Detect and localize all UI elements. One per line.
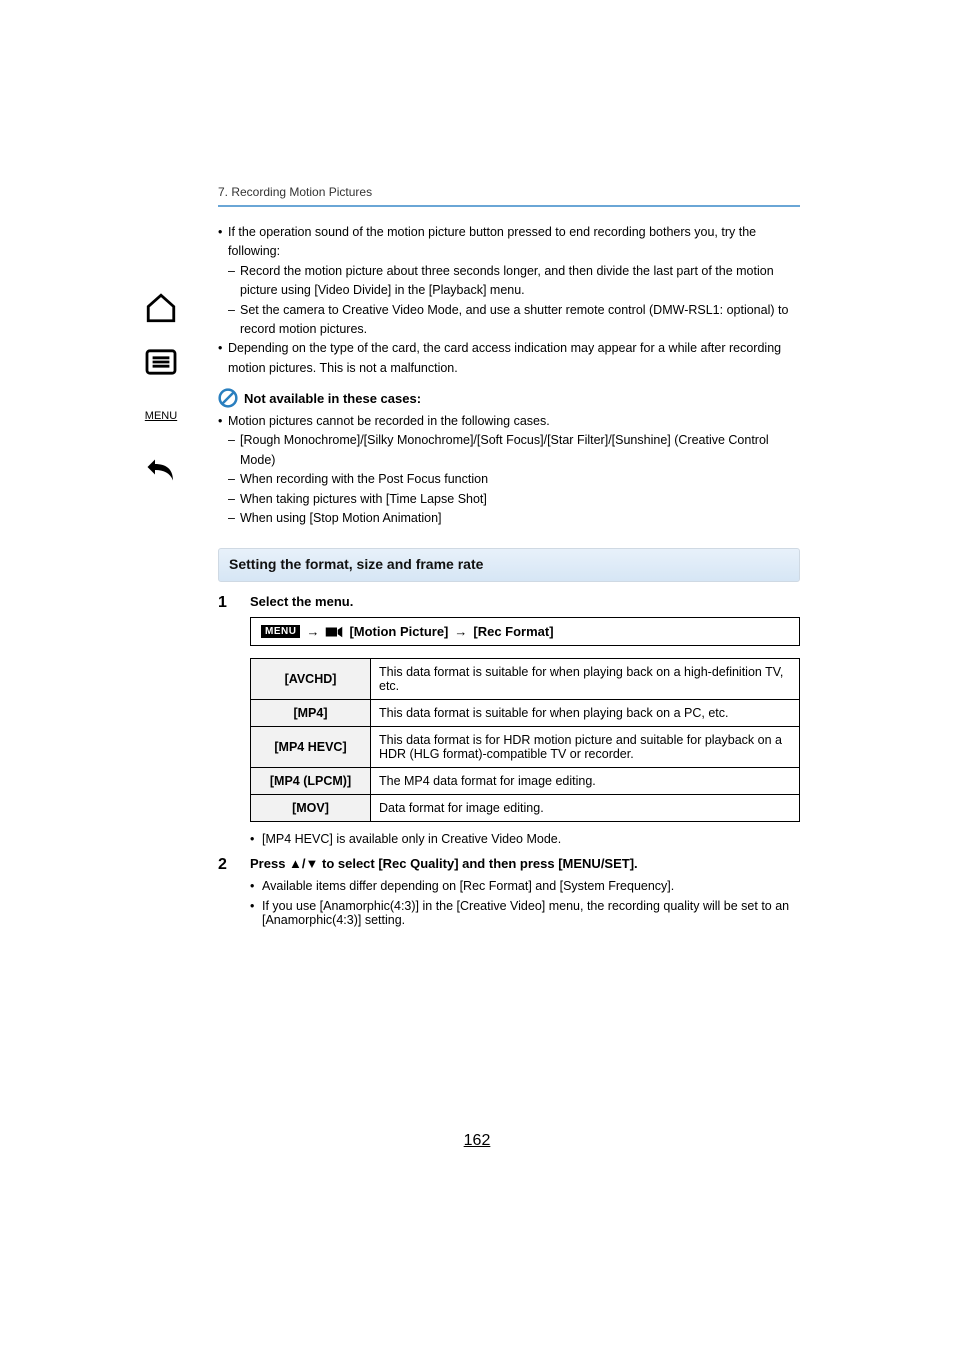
- bullet-dot: •: [250, 832, 262, 846]
- format-label: [MP4 HEVC]: [251, 727, 371, 768]
- format-desc: This data format is for HDR motion pictu…: [371, 727, 800, 768]
- menu-badge: MENU: [261, 625, 300, 638]
- menu-path-segment: [Motion Picture]: [349, 624, 448, 639]
- format-desc: The MP4 data format for image editing.: [371, 768, 800, 795]
- step-number-1: 1: [218, 594, 236, 852]
- format-desc: This data format is suitable for when pl…: [371, 700, 800, 727]
- step-1-note: [MP4 HEVC] is available only in Creative…: [262, 832, 561, 846]
- page-number[interactable]: 162: [0, 1132, 954, 1150]
- bullet-dot: •: [250, 879, 262, 893]
- table-row: [MP4 HEVC] This data format is for HDR m…: [251, 727, 800, 768]
- body-text: Motion pictures cannot be recorded in th…: [228, 412, 800, 431]
- menu-path-segment: [Rec Format]: [473, 624, 553, 639]
- section-banner: Setting the format, size and frame rate: [218, 548, 800, 582]
- menu-text-icon[interactable]: MENU: [140, 398, 182, 434]
- dash: –: [228, 490, 240, 509]
- body-text: When taking pictures with [Time Lapse Sh…: [240, 490, 800, 509]
- format-label: [MP4]: [251, 700, 371, 727]
- arrow-icon: →: [306, 624, 319, 639]
- format-label: [MP4 (LPCM)]: [251, 768, 371, 795]
- dash: –: [228, 262, 240, 301]
- step-1-title: Select the menu.: [250, 594, 800, 609]
- chapter-heading: 7. Recording Motion Pictures: [218, 185, 800, 207]
- arrow-icon: →: [454, 624, 467, 639]
- table-row: [MP4 (LPCM)] The MP4 data format for ima…: [251, 768, 800, 795]
- body-text: Record the motion picture about three se…: [240, 262, 800, 301]
- dash: –: [228, 470, 240, 489]
- step-2-note: Available items differ depending on [Rec…: [262, 879, 674, 893]
- format-desc: This data format is suitable for when pl…: [371, 659, 800, 700]
- list-icon[interactable]: [140, 344, 182, 380]
- body-text: When recording with the Post Focus funct…: [240, 470, 800, 489]
- section-title: Setting the format, size and frame rate: [229, 556, 483, 572]
- step-2-note: If you use [Anamorphic(4:3)] in the [Cre…: [262, 899, 800, 927]
- format-label: [MOV]: [251, 795, 371, 822]
- dash: –: [228, 509, 240, 528]
- sidebar-nav: MENU: [140, 290, 190, 488]
- not-available-title: Not available in these cases:: [244, 391, 421, 406]
- body-text: Depending on the type of the card, the c…: [228, 339, 800, 378]
- table-row: [MOV] Data format for image editing.: [251, 795, 800, 822]
- dash: –: [228, 431, 240, 470]
- body-text: [Rough Monochrome]/[Silky Monochrome]/[S…: [240, 431, 800, 470]
- bullet-dot: •: [218, 339, 228, 378]
- back-icon[interactable]: [140, 452, 182, 488]
- video-icon: [325, 625, 343, 639]
- bullet-dot: •: [218, 223, 228, 262]
- format-desc: Data format for image editing.: [371, 795, 800, 822]
- not-available-icon: [218, 388, 238, 408]
- table-row: [AVCHD] This data format is suitable for…: [251, 659, 800, 700]
- home-icon[interactable]: [140, 290, 182, 326]
- step-number-2: 2: [218, 856, 236, 933]
- step-2-title: Press ▲/▼ to select [Rec Quality] and th…: [250, 856, 800, 871]
- dash: –: [228, 301, 240, 340]
- rec-format-table: [AVCHD] This data format is suitable for…: [250, 658, 800, 822]
- menu-path: MENU → [Motion Picture] → [Rec Format]: [250, 617, 800, 646]
- table-row: [MP4] This data format is suitable for w…: [251, 700, 800, 727]
- body-text: If the operation sound of the motion pic…: [228, 223, 800, 262]
- format-label: [AVCHD]: [251, 659, 371, 700]
- bullet-dot: •: [250, 899, 262, 927]
- bullet-dot: •: [218, 412, 228, 431]
- body-text: When using [Stop Motion Animation]: [240, 509, 800, 528]
- body-text: Set the camera to Creative Video Mode, a…: [240, 301, 800, 340]
